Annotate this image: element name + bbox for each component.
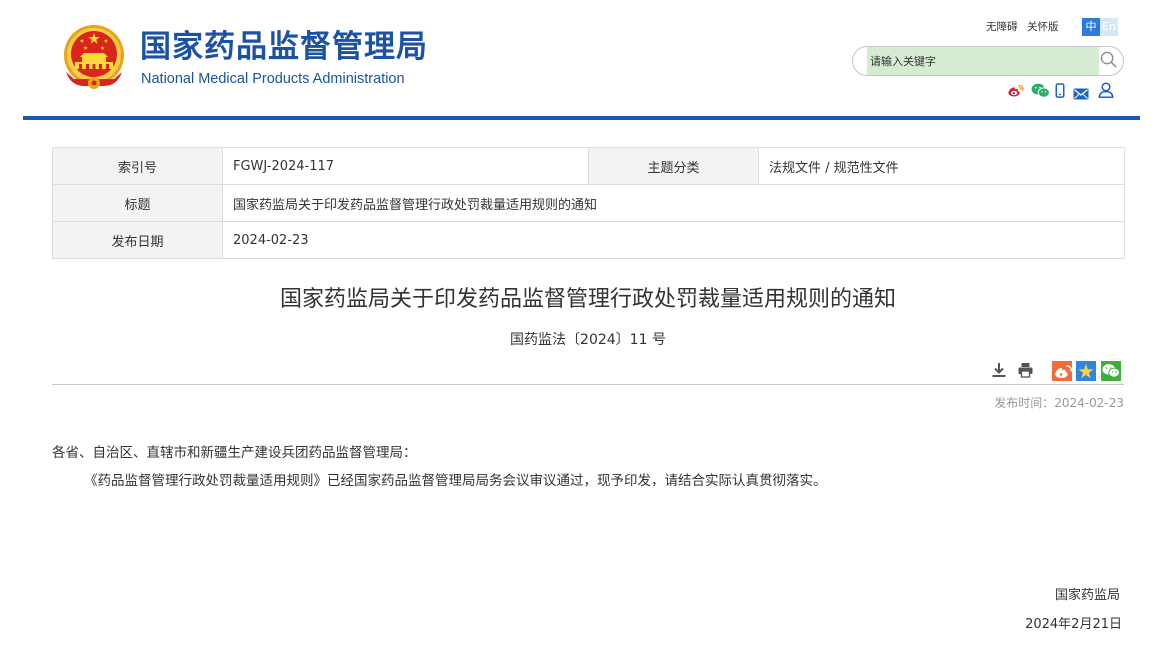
publish-time: 发布时间：2024-02-23 bbox=[994, 396, 1124, 410]
lang-en-button[interactable]: En bbox=[1100, 18, 1118, 36]
weibo-share-icon[interactable] bbox=[1052, 361, 1072, 385]
index-value: FGWJ-2024-117 bbox=[222, 147, 589, 185]
category-label: 主题分类 bbox=[588, 147, 759, 185]
search-icon bbox=[1100, 51, 1116, 68]
search-button[interactable] bbox=[1098, 51, 1118, 71]
index-label: 索引号 bbox=[52, 147, 223, 185]
search-input[interactable] bbox=[867, 47, 1099, 75]
date-label: 发布日期 bbox=[52, 221, 223, 259]
care-mode-link[interactable]: 关怀版 bbox=[1027, 18, 1059, 36]
search-box bbox=[852, 46, 1124, 76]
header-divider bbox=[23, 116, 1140, 120]
site-title-en[interactable]: National Medical Products Administration bbox=[141, 70, 405, 88]
mobile-icon[interactable] bbox=[1055, 83, 1065, 102]
wechat-icon[interactable] bbox=[1031, 83, 1050, 102]
site-title[interactable]: 国家药品监督管理局 bbox=[140, 27, 428, 67]
title-label: 标题 bbox=[52, 184, 223, 222]
weibo-icon[interactable] bbox=[1007, 83, 1025, 102]
meta-row-title: 标题 国家药监局关于印发药品监督管理行政处罚裁量适用规则的通知 bbox=[52, 184, 1125, 222]
meta-table: 索引号 FGWJ-2024-117 主题分类 法规文件 / 规范性文件 标题 国… bbox=[52, 147, 1125, 259]
download-icon[interactable] bbox=[991, 362, 1007, 382]
mail-icon[interactable] bbox=[1073, 85, 1089, 104]
article-salutation: 各省、自治区、直辖市和新疆生产建设兵团药品监督管理局： bbox=[52, 445, 417, 461]
print-icon[interactable] bbox=[1017, 362, 1034, 382]
meta-row-index: 索引号 FGWJ-2024-117 主题分类 法规文件 / 规范性文件 bbox=[52, 147, 1125, 185]
national-emblem-logo[interactable] bbox=[62, 24, 126, 92]
signature-date: 2024年2月21日 bbox=[1025, 617, 1122, 632]
toolbar-divider bbox=[52, 384, 1124, 385]
category-value: 法规文件 / 规范性文件 bbox=[758, 147, 1125, 185]
doc-number: 国药监法〔2024〕11 号 bbox=[510, 332, 666, 348]
meta-row-date: 发布日期 2024-02-23 bbox=[52, 221, 1125, 259]
signature-issuer: 国家药监局 bbox=[1054, 588, 1120, 603]
wechat-share-icon[interactable] bbox=[1101, 361, 1121, 385]
accessibility-link[interactable]: 无障碍 bbox=[986, 18, 1018, 36]
favorite-star-icon[interactable] bbox=[1076, 361, 1096, 385]
title-value: 国家药监局关于印发药品监督管理行政处罚裁量适用规则的通知 bbox=[222, 184, 1125, 222]
date-value: 2024-02-23 bbox=[222, 221, 1125, 259]
lang-zh-button[interactable]: 中 bbox=[1082, 18, 1100, 36]
user-icon[interactable] bbox=[1098, 82, 1114, 102]
article-body-paragraph: 《药品监督管理行政处罚裁量适用规则》已经国家药品监督管理局局务会议审议通过，现予… bbox=[84, 473, 827, 489]
article-title: 国家药监局关于印发药品监督管理行政处罚裁量适用规则的通知 bbox=[279, 287, 896, 312]
